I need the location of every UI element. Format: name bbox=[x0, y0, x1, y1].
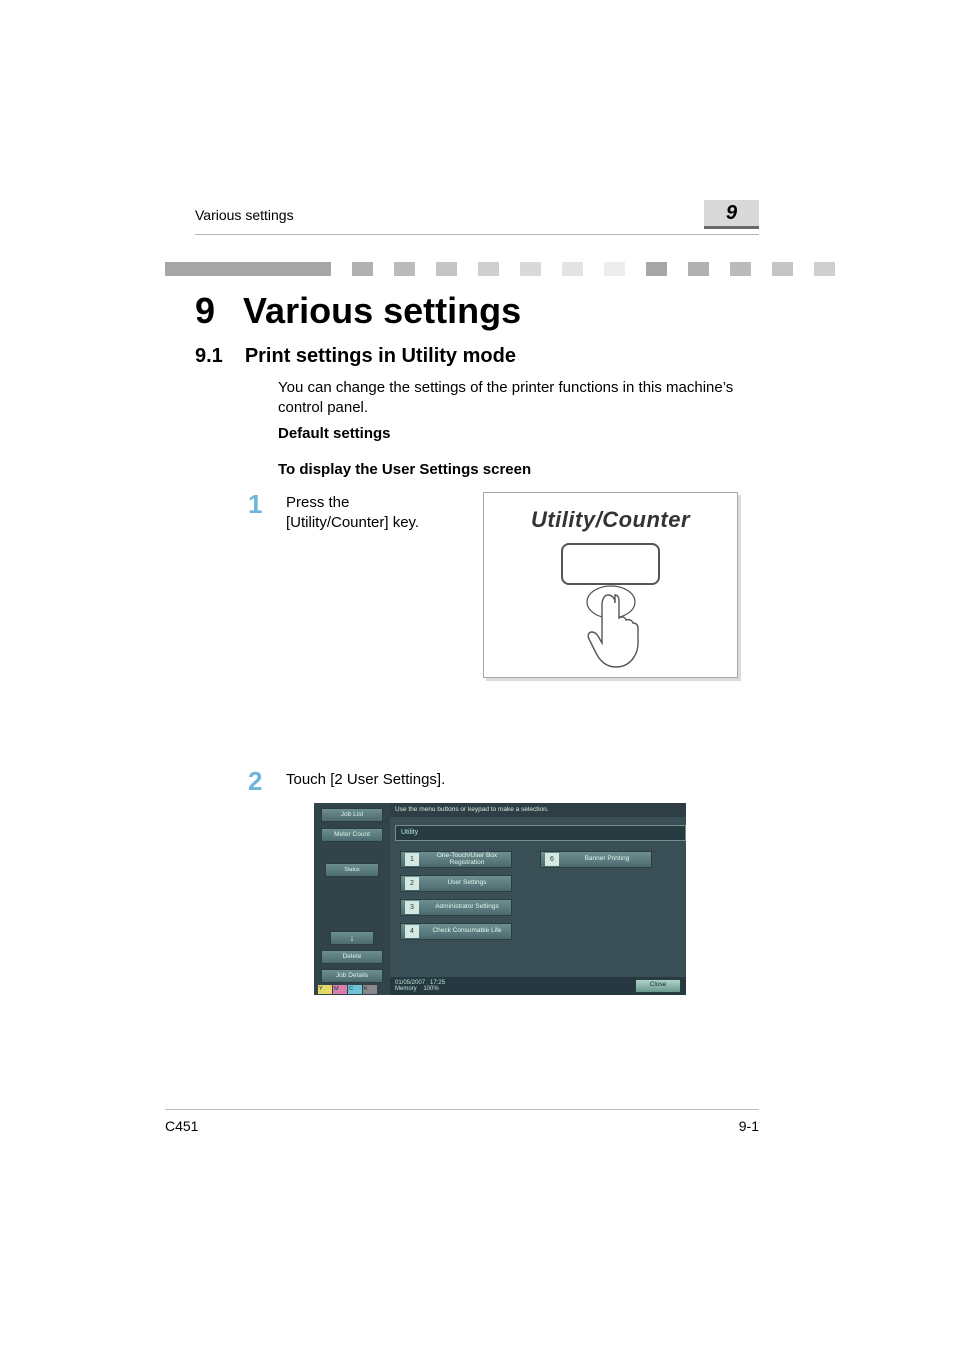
menu-index-6: 6 bbox=[545, 853, 559, 866]
close-button[interactable]: Close bbox=[635, 979, 681, 993]
footer-page-number: 9-1 bbox=[739, 1118, 759, 1134]
panel-footer-info: 01/05/2007 17:25 Memory 100% bbox=[395, 980, 445, 992]
menu-index-4: 4 bbox=[405, 925, 419, 938]
menu-label-4: Check Consumable Life bbox=[423, 928, 511, 935]
key-outline bbox=[561, 543, 660, 585]
panel-left-column: Job List Meter Count User Mode Status ↑ … bbox=[314, 803, 390, 995]
panel-instruction: Use the menu buttons or keypad to make a… bbox=[390, 803, 686, 817]
meter-count-button[interactable]: Meter Count bbox=[321, 828, 383, 842]
subheading-default-settings: Default settings bbox=[278, 424, 759, 444]
menu-item-admin-settings[interactable]: 3 Administrator Settings bbox=[400, 899, 512, 916]
joblist-button[interactable]: Job List bbox=[321, 808, 383, 822]
menu-label-6: Banner Printing bbox=[563, 856, 651, 863]
menu-item-one-touch[interactable]: 1 One-Touch/User Box Registration bbox=[400, 851, 512, 868]
finger-press-icon bbox=[571, 583, 651, 673]
toner-indicators: Y M C K bbox=[318, 985, 377, 994]
panel-memory-value: 100% bbox=[423, 986, 438, 992]
header-rule bbox=[195, 234, 759, 235]
footer-rule bbox=[165, 1109, 759, 1110]
menu-index-3: 3 bbox=[405, 901, 419, 914]
h2-title: Print settings in Utility mode bbox=[245, 345, 516, 368]
running-header-title: Various settings bbox=[195, 207, 294, 223]
toner-c: C bbox=[348, 985, 362, 994]
toner-y: Y bbox=[318, 985, 332, 994]
footer-model: C451 bbox=[165, 1118, 198, 1134]
h2-number: 9.1 bbox=[195, 345, 223, 368]
delete-button[interactable]: Delete bbox=[321, 950, 383, 964]
utility-counter-key-illustration: Utility/Counter bbox=[483, 492, 738, 678]
menu-label-1: One-Touch/User Box Registration bbox=[423, 853, 511, 867]
panel-breadcrumb: Utility bbox=[395, 825, 686, 841]
arrow-down-button[interactable]: ↓ bbox=[330, 931, 374, 945]
menu-item-banner-printing[interactable]: 6 Banner Printing bbox=[540, 851, 652, 868]
menu-index-1: 1 bbox=[405, 853, 419, 866]
toner-m: M bbox=[333, 985, 347, 994]
menu-index-2: 2 bbox=[405, 877, 419, 890]
menu-label-3: Administrator Settings bbox=[423, 904, 511, 911]
illustration-title: Utility/Counter bbox=[484, 507, 737, 533]
section-stripe bbox=[165, 262, 759, 276]
chapter-number-flag: 9 bbox=[704, 200, 759, 229]
intro-paragraph: You can change the settings of the print… bbox=[278, 378, 759, 419]
step-2-text: Touch [2 User Settings]. bbox=[286, 770, 686, 790]
step-2-number: 2 bbox=[248, 766, 262, 797]
panel-footer: 01/05/2007 17:25 Memory 100% Close bbox=[390, 977, 686, 995]
panel-memory-label: Memory bbox=[395, 986, 417, 992]
job-details-button[interactable]: Job Details bbox=[321, 969, 383, 983]
toner-k: K bbox=[363, 985, 377, 994]
status-button[interactable]: Status bbox=[325, 863, 379, 877]
h1-number: 9 bbox=[195, 290, 215, 332]
menu-item-consumable-life[interactable]: 4 Check Consumable Life bbox=[400, 923, 512, 940]
menu-label-2: User Settings bbox=[423, 880, 511, 887]
h1-title: Various settings bbox=[243, 290, 521, 332]
subheading-display-procedure: To display the User Settings screen bbox=[278, 460, 759, 480]
menu-item-user-settings[interactable]: 2 User Settings bbox=[400, 875, 512, 892]
step-1-number: 1 bbox=[248, 489, 262, 520]
step-1-text: Press the [Utility/Counter] key. bbox=[286, 493, 456, 534]
touch-panel-screenshot: Job List Meter Count User Mode Status ↑ … bbox=[314, 803, 686, 995]
